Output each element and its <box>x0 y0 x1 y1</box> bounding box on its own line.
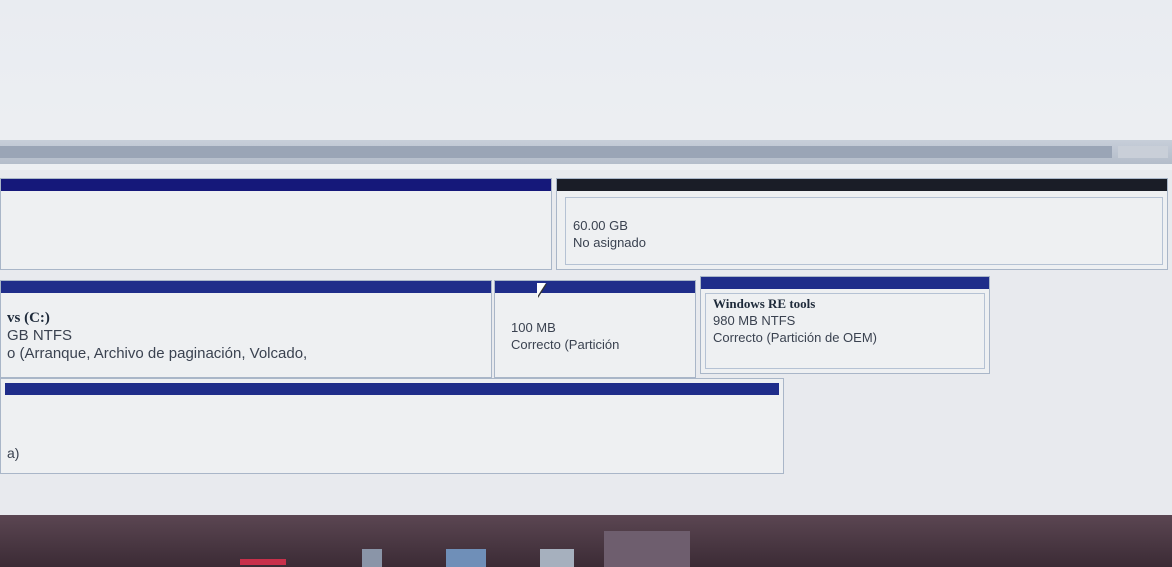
horizontal-scrollbar[interactable] <box>0 140 1172 164</box>
partition-color-bar <box>495 281 695 293</box>
scrollbar-thumb[interactable] <box>0 146 1112 158</box>
partition-status: a) <box>7 445 20 461</box>
partition-color-bar <box>557 179 1167 191</box>
partition-color-bar <box>1 281 491 293</box>
partition-color-bar <box>701 277 989 289</box>
scrollbar-right-arrow[interactable] <box>1118 146 1168 158</box>
partition-filesystem: GB NTFS <box>7 327 73 344</box>
partition-status: o (Arranque, Archivo de paginación, Volc… <box>7 345 308 362</box>
partition-color-bar <box>1 179 551 191</box>
partition-unallocated[interactable]: 60.00 GB No asignado <box>556 178 1168 270</box>
partition-selection-frame <box>705 293 985 369</box>
partition-status: Correcto (Partición <box>511 337 620 352</box>
disk-management-window: 60.00 GB No asignado vs (C:) GB NTFS o (… <box>0 0 1172 567</box>
taskbar-window-icon[interactable] <box>446 549 486 567</box>
partition-name: vs (C:) <box>7 310 50 326</box>
partition-size: 100 MB <box>511 320 556 335</box>
taskbar <box>0 515 1172 567</box>
partition-top-left[interactable] <box>0 178 552 270</box>
taskbar-disk-management-icon[interactable] <box>604 531 690 567</box>
mouse-pointer-icon <box>537 283 546 297</box>
taskbar-red-app-icon[interactable] <box>240 559 286 565</box>
partition-selection-frame <box>565 197 1163 265</box>
taskbar-pen-icon[interactable] <box>362 549 382 567</box>
partition-lower[interactable]: a) <box>0 378 784 474</box>
disk-graphical-view: 60.00 GB No asignado vs (C:) GB NTFS o (… <box>0 170 1172 515</box>
partition-system-c[interactable]: vs (C:) GB NTFS o (Arranque, Archivo de … <box>0 280 492 378</box>
taskbar-disk-icon[interactable] <box>540 549 574 567</box>
partition-recovery[interactable]: Windows RE tools 980 MB NTFS Correcto (P… <box>700 276 990 374</box>
partition-reserved[interactable]: 100 MB Correcto (Partición <box>494 280 696 378</box>
partition-color-bar <box>5 383 779 395</box>
